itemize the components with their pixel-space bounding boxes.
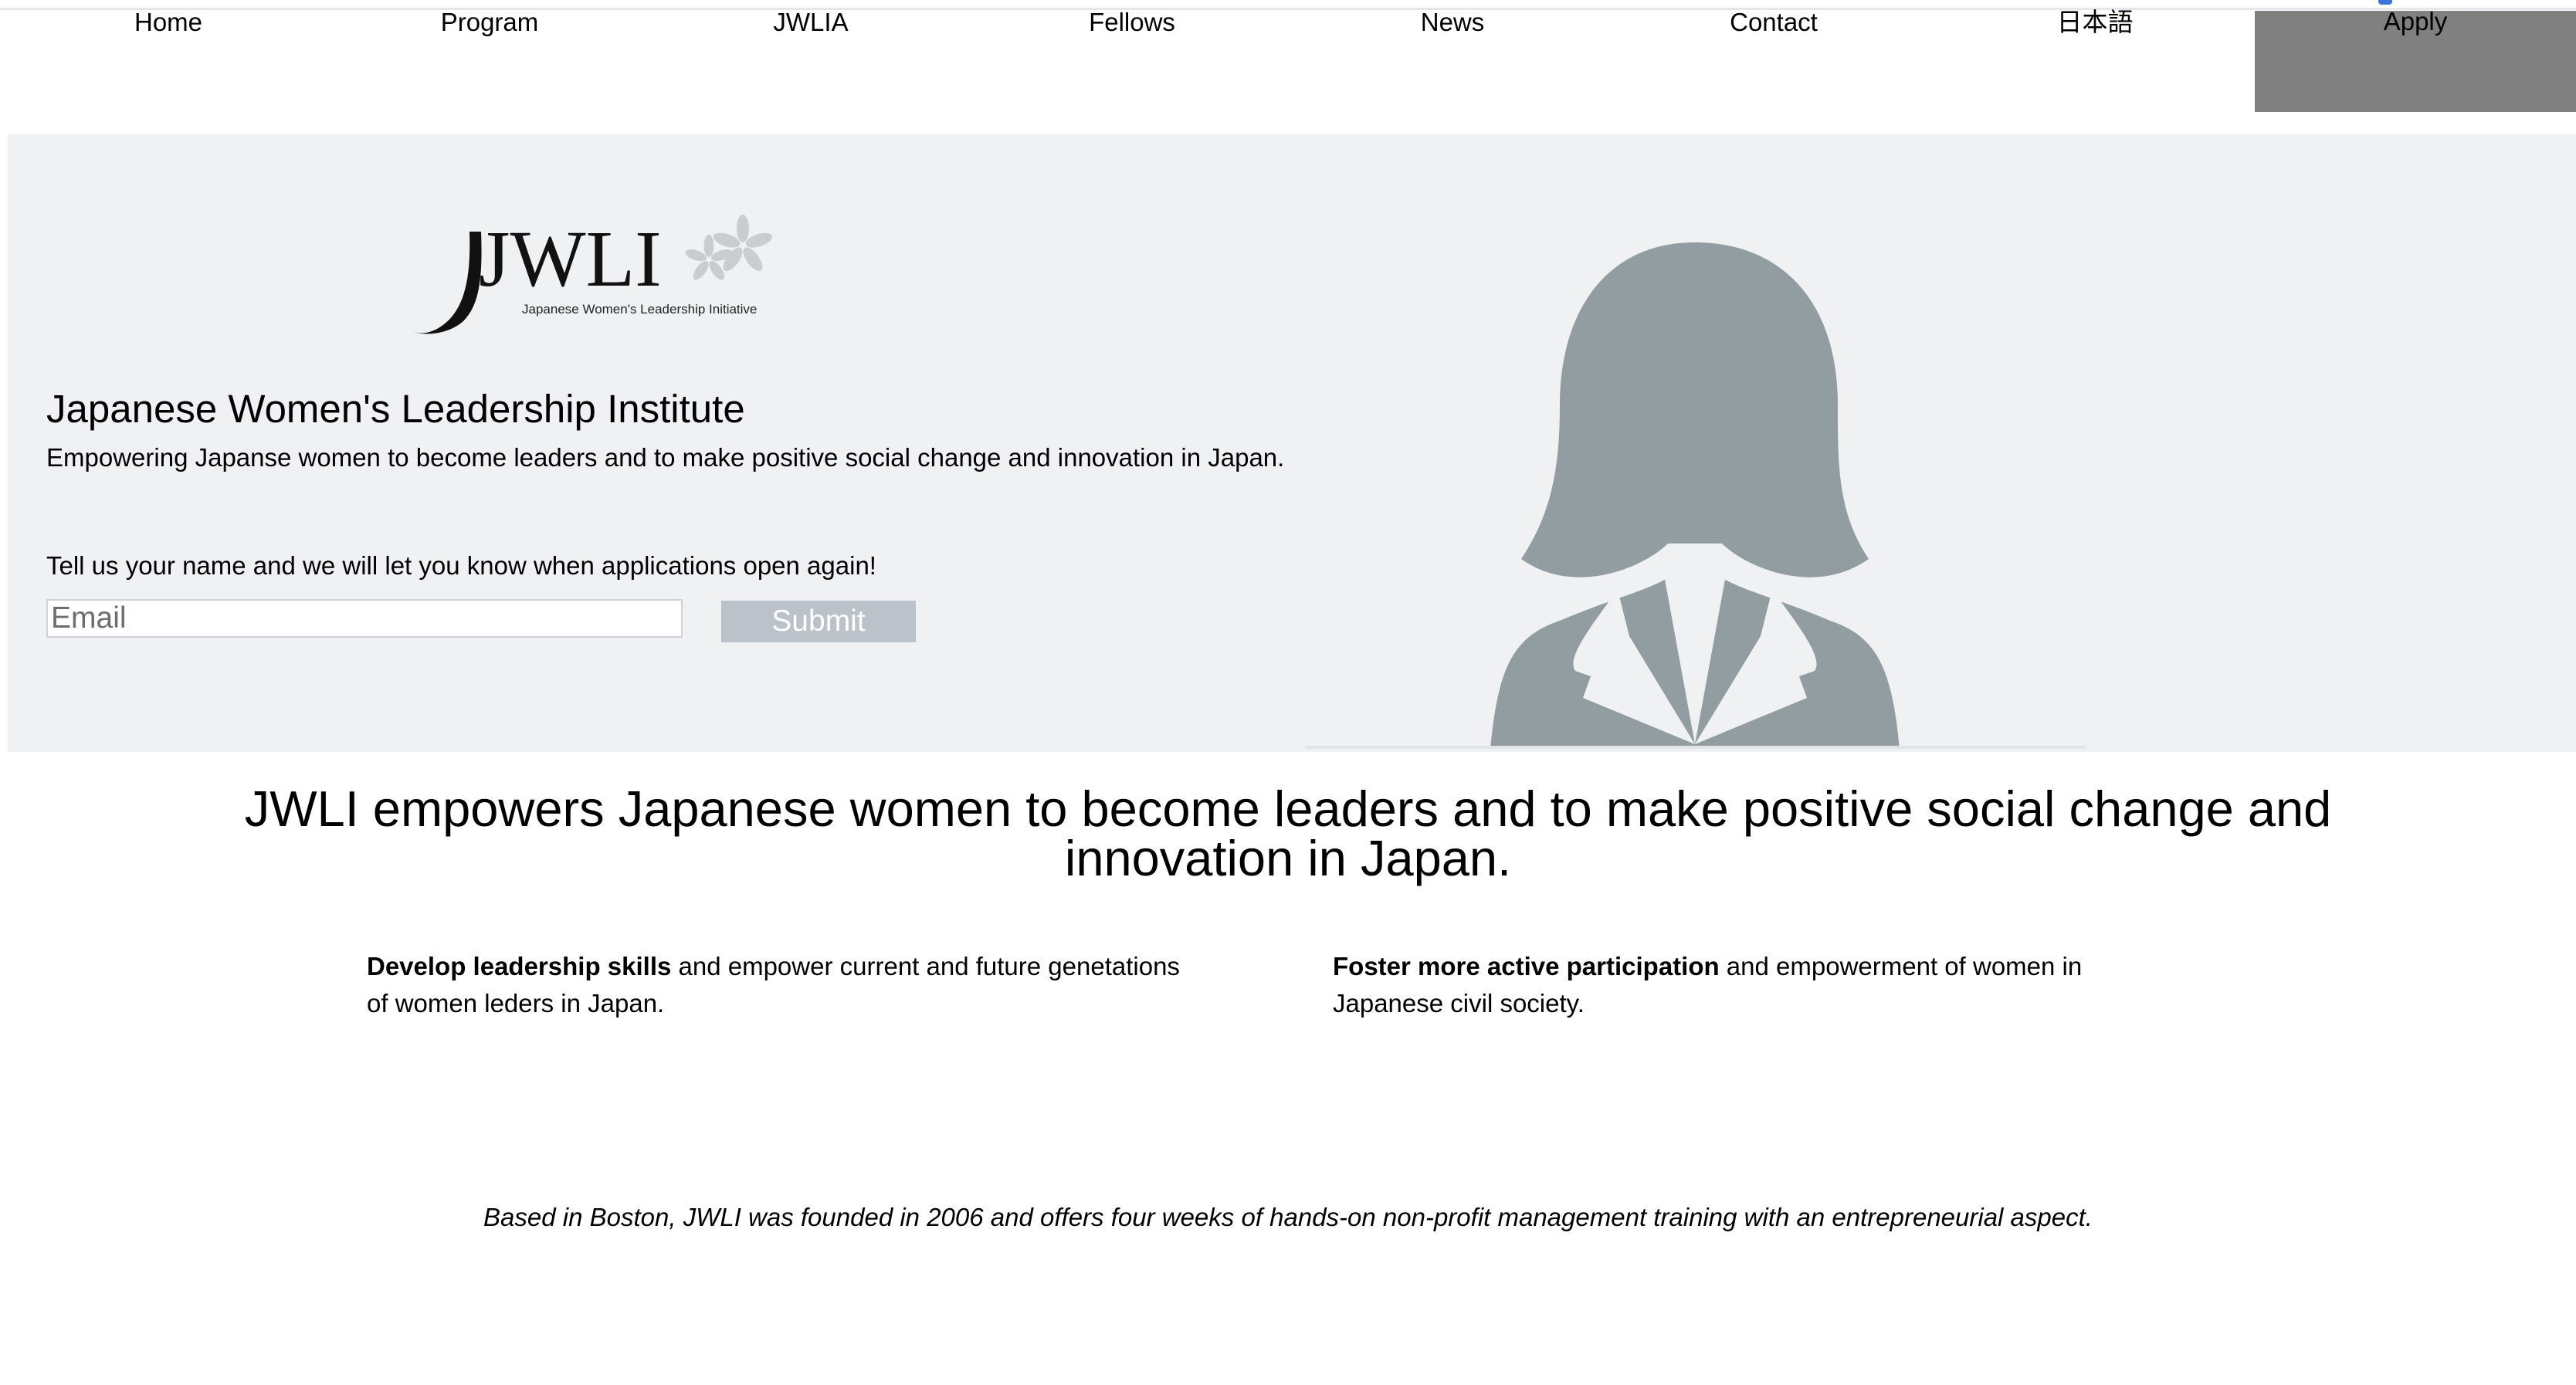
nav-apply-label: Apply	[2383, 7, 2448, 36]
nav-fellows[interactable]: Fellows	[971, 0, 1293, 112]
jwli-logo: JWLI Japanese Women's Leadership Initiat…	[411, 215, 773, 334]
nav-home[interactable]: Home	[8, 0, 329, 112]
blossom-icon	[685, 215, 773, 280]
signup-prompt: Tell us your name and we will let you kn…	[46, 551, 876, 580]
apply-flag-marker	[2378, 0, 2392, 5]
mission-headline: JWLI empowers Japanese women to become l…	[244, 781, 2332, 886]
feature-leadership-bold: Develop leadership skills	[367, 952, 672, 980]
hero-title: Japanese Women's Leadership Institute	[46, 387, 745, 431]
logo-wordmark: JWLI	[479, 215, 662, 303]
submit-button[interactable]: Submit	[721, 601, 916, 642]
nav-news[interactable]: News	[1292, 0, 1613, 112]
email-input[interactable]	[46, 599, 683, 638]
feature-column-leadership: Develop leadership skills and empower cu…	[367, 948, 1201, 1022]
founding-note: Based in Boston, JWLI was founded in 200…	[483, 1203, 2093, 1231]
logo-tagline: Japanese Women's Leadership Initiative	[522, 302, 757, 317]
nav-japanese[interactable]: 日本語	[1934, 0, 2256, 112]
nav-contact[interactable]: Contact	[1613, 0, 1934, 112]
feature-participation-bold: Foster more active participation	[1333, 952, 1720, 980]
feature-column-participation: Foster more active participation and emp…	[1333, 948, 2105, 1022]
main-nav: Home Program JWLIA Fellows News Contact …	[0, 0, 2576, 112]
hero-section: JWLI Japanese Women's Leadership Initiat…	[8, 134, 2576, 752]
nav-program[interactable]: Program	[329, 0, 650, 112]
avatar-placeholder-icon	[1305, 242, 2085, 749]
nav-jwlia[interactable]: JWLIA	[650, 0, 971, 112]
hero-subtitle: Empowering Japanse women to become leade…	[46, 443, 1285, 472]
page: Home Program JWLIA Fellows News Contact …	[0, 0, 2576, 1385]
nav-apply-button[interactable]: Apply	[2255, 7, 2576, 112]
